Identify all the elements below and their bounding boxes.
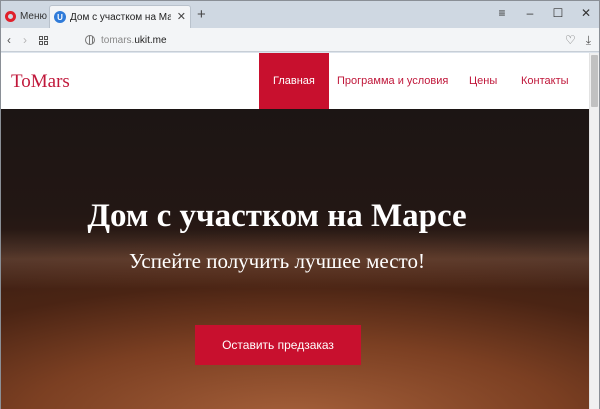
maximize-icon[interactable]: ☐ xyxy=(551,4,565,22)
speed-dial-icon[interactable] xyxy=(39,35,48,45)
page-scrollbar[interactable] xyxy=(589,53,599,409)
download-icon[interactable]: ⤓ xyxy=(586,31,591,49)
hero-subtitle: Успейте получить лучшее место! xyxy=(129,249,425,273)
nav-contacts[interactable]: Контакты xyxy=(521,53,569,109)
address-bar-actions: ♡ ⤓ xyxy=(565,31,591,49)
window-controls: ≡ – ☐ ✕ xyxy=(495,4,593,22)
back-icon[interactable]: ‹ xyxy=(7,31,11,49)
hero-section: Дом с участком на Марсе Успейте получить… xyxy=(1,109,589,409)
close-window-icon[interactable]: ✕ xyxy=(579,4,593,22)
nav-home[interactable]: Главная xyxy=(259,53,329,109)
tab-bar: Меню U Дом с участком на Марсе ✕ + ≡ – ☐… xyxy=(1,1,599,28)
tab-menu-icon[interactable]: ≡ xyxy=(495,4,509,22)
site-header: ToMars Главная Программа и условия Цены … xyxy=(1,53,589,109)
address-bar: ‹ › tomars.ukit.me ♡ ⤓ xyxy=(1,28,599,52)
opera-menu-button[interactable]: Меню xyxy=(5,6,47,26)
globe-icon xyxy=(85,35,95,45)
forward-icon[interactable]: › xyxy=(23,31,27,49)
url-text: tomars.ukit.me xyxy=(101,35,167,46)
page-viewport: ToMars Главная Программа и условия Цены … xyxy=(1,53,599,409)
browser-tab-active[interactable]: U Дом с участком на Марсе ✕ xyxy=(49,5,191,28)
url-host-prefix: tomars. xyxy=(101,34,135,46)
opera-logo-icon xyxy=(5,10,16,22)
nav-prices[interactable]: Цены xyxy=(469,53,497,109)
bookmark-heart-icon[interactable]: ♡ xyxy=(565,31,576,49)
preorder-button[interactable]: Оставить предзаказ xyxy=(195,325,361,365)
hero-title: Дом с участком на Марсе xyxy=(87,198,467,234)
url-host-main: ukit.me xyxy=(134,34,167,46)
scrollbar-thumb[interactable] xyxy=(591,55,598,107)
nav-program[interactable]: Программа и условия xyxy=(337,53,448,109)
close-tab-icon[interactable]: ✕ xyxy=(177,11,186,23)
tab-title: Дом с участком на Марсе xyxy=(70,11,171,23)
new-tab-icon[interactable]: + xyxy=(197,6,206,24)
minimize-icon[interactable]: – xyxy=(523,4,537,22)
navigation-buttons: ‹ › xyxy=(7,31,48,49)
site-favicon-icon: U xyxy=(54,11,66,23)
browser-window: Меню U Дом с участком на Марсе ✕ + ≡ – ☐… xyxy=(0,0,600,409)
url-field[interactable]: tomars.ukit.me xyxy=(85,30,575,50)
menu-label: Меню xyxy=(19,10,47,22)
site-logo[interactable]: ToMars xyxy=(11,71,70,93)
